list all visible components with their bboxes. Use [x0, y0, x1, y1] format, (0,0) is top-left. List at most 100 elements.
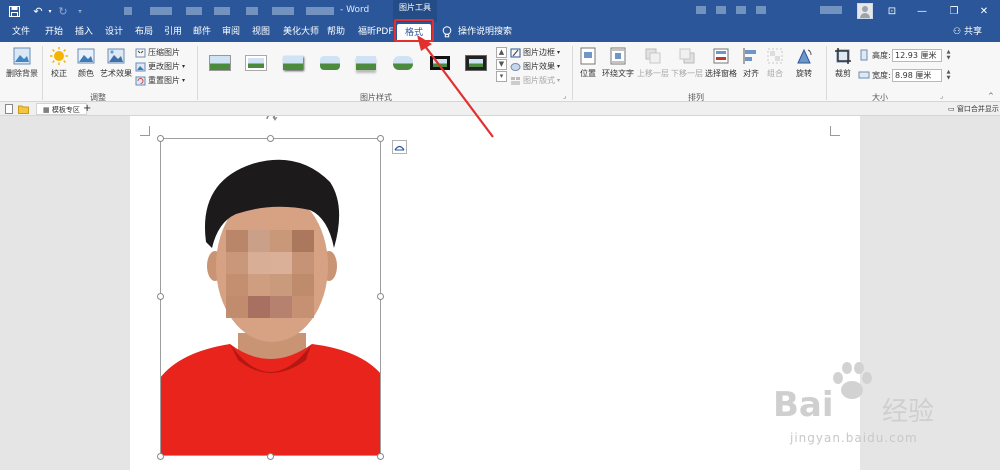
tab-home[interactable]: 开始 — [45, 22, 63, 42]
wrap-text-label: 环绕文字 — [602, 69, 634, 78]
wrap-text-button[interactable]: 环绕文字 — [600, 46, 636, 79]
color-button[interactable]: 颜色 — [74, 46, 98, 79]
format-tab-highlight — [394, 19, 434, 42]
picture-border-label: 图片边框 — [523, 48, 555, 57]
tab-view[interactable]: 视图 — [252, 22, 270, 42]
share-button[interactable]: ⚇ 共享 — [953, 22, 982, 42]
close-button[interactable]: ✕ — [972, 2, 996, 20]
tab-references[interactable]: 引用 — [164, 22, 182, 42]
align-button[interactable]: 对齐 — [740, 46, 762, 79]
height-label: 高度: — [872, 51, 891, 60]
chevron-down-icon: ▾ — [182, 63, 186, 70]
picture-style-4[interactable] — [318, 53, 342, 73]
artistic-effects-button[interactable]: 艺术效果 — [99, 46, 133, 79]
lightbulb-icon — [442, 26, 452, 38]
height-field[interactable]: 12.93 厘米 — [892, 49, 942, 62]
redo-icon[interactable]: ↻ — [55, 3, 71, 19]
tab-file[interactable]: 文件 — [12, 22, 30, 42]
margin-corner-mark — [830, 126, 840, 136]
position-button[interactable]: 位置 — [576, 46, 600, 79]
blurred-text — [820, 6, 842, 14]
add-tab-button[interactable]: + — [83, 103, 91, 115]
picture-style-1[interactable] — [208, 53, 232, 73]
dialog-launcher-icon[interactable]: ⌟ — [563, 92, 566, 100]
selection-frame — [160, 138, 381, 456]
reset-picture-button[interactable]: 重置图片 ▾ — [135, 75, 185, 86]
picture-border-button[interactable]: 图片边框 ▾ — [510, 47, 560, 58]
gallery-scroll-down-icon[interactable]: ▼ — [496, 59, 507, 70]
resize-handle-ne[interactable] — [377, 135, 384, 142]
layout-options-icon — [394, 145, 405, 151]
blurred-text — [186, 7, 202, 15]
tab-mailings[interactable]: 邮件 — [193, 22, 211, 42]
crop-button[interactable]: 裁剪 — [830, 46, 856, 79]
picture-style-5[interactable] — [354, 53, 378, 73]
rotate-handle-icon[interactable] — [264, 116, 278, 124]
tab-foxit-pdf[interactable]: 福昕PDF — [358, 22, 394, 42]
tab-beautify[interactable]: 美化大师 — [283, 22, 319, 42]
remove-background-button[interactable]: 删除背景 — [4, 46, 40, 79]
picture-effects-button[interactable]: 图片效果 ▾ — [510, 61, 560, 72]
minimize-button[interactable]: — — [910, 2, 934, 20]
gallery-more-icon[interactable]: ▾ — [496, 71, 507, 82]
tell-me-search[interactable]: 操作说明搜索 — [442, 22, 512, 42]
resize-handle-se[interactable] — [377, 453, 384, 460]
tab-design[interactable]: 设计 — [105, 22, 123, 42]
resize-handle-e[interactable] — [377, 293, 384, 300]
blurred-text — [246, 7, 258, 15]
tell-me-label: 操作说明搜索 — [458, 27, 513, 37]
gallery-scroll-up-icon[interactable]: ▲ — [496, 47, 507, 58]
document-title: - Word — [340, 5, 370, 15]
dialog-launcher-icon[interactable]: ⌟ — [940, 92, 943, 100]
document-page[interactable] — [130, 116, 860, 470]
tab-layout[interactable]: 布局 — [135, 22, 153, 42]
corrections-button[interactable]: 校正 — [46, 46, 72, 79]
resize-handle-s[interactable] — [267, 453, 274, 460]
position-icon — [580, 47, 596, 65]
template-zone-tab[interactable]: ▦ 模板专区 — [36, 103, 87, 115]
change-picture-button[interactable]: 更改图片 ▾ — [135, 61, 185, 72]
width-stepper[interactable]: ▲ ▼ — [944, 69, 953, 82]
rotate-icon — [797, 48, 812, 64]
document-icon[interactable] — [4, 104, 14, 114]
artistic-effects-label: 艺术效果 — [100, 69, 132, 78]
paw-icon — [833, 362, 872, 399]
send-backward-button[interactable]: 下移一层 — [670, 46, 704, 79]
baidu-watermark-url: jingyan.baidu.com — [790, 431, 918, 445]
picture-style-8[interactable] — [464, 53, 488, 73]
width-field[interactable]: 8.98 厘米 — [892, 69, 942, 82]
group-button[interactable]: 组合 — [764, 46, 786, 79]
collapse-ribbon-icon[interactable]: ^ — [988, 92, 994, 100]
selection-pane-button[interactable]: 选择窗格 — [704, 46, 738, 79]
person-icon: ⚇ — [953, 27, 962, 37]
save-icon[interactable] — [6, 3, 22, 19]
resize-handle-sw[interactable] — [157, 453, 164, 460]
rotate-button[interactable]: 旋转 — [792, 46, 816, 79]
picture-style-3[interactable] — [281, 53, 305, 73]
compress-pictures-button[interactable]: 压缩图片 — [135, 47, 180, 58]
tab-help[interactable]: 帮助 — [327, 22, 345, 42]
folder-icon[interactable] — [18, 104, 29, 114]
picture-style-2[interactable] — [244, 53, 268, 73]
resize-handle-nw[interactable] — [157, 135, 164, 142]
picture-style-6[interactable] — [391, 53, 415, 73]
height-icon — [860, 49, 868, 61]
picture-layout-button[interactable]: 图片版式 ▾ — [510, 75, 560, 86]
resize-handle-w[interactable] — [157, 293, 164, 300]
bring-forward-button[interactable]: 上移一层 — [636, 46, 670, 79]
tab-review[interactable]: 审阅 — [222, 22, 240, 42]
blurred-text — [124, 7, 132, 15]
tab-insert[interactable]: 插入 — [75, 22, 93, 42]
ribbon-divider — [42, 46, 43, 100]
resize-handle-n[interactable] — [267, 135, 274, 142]
document-canvas[interactable] — [0, 116, 1000, 470]
avatar[interactable] — [857, 3, 873, 19]
merge-windows-button[interactable]: ▭ 窗口合并显示 — [948, 103, 999, 115]
layout-options-button[interactable] — [392, 140, 407, 154]
height-stepper[interactable]: ▲ ▼ — [944, 49, 953, 62]
picture-style-7[interactable] — [428, 53, 452, 73]
customize-qat-icon[interactable]: ▿ — [72, 3, 88, 19]
ribbon-display-icon[interactable]: ⊡ — [880, 2, 904, 20]
baidu-watermark-logo: Bai — [773, 385, 834, 425]
restore-button[interactable]: ❐ — [942, 2, 966, 20]
